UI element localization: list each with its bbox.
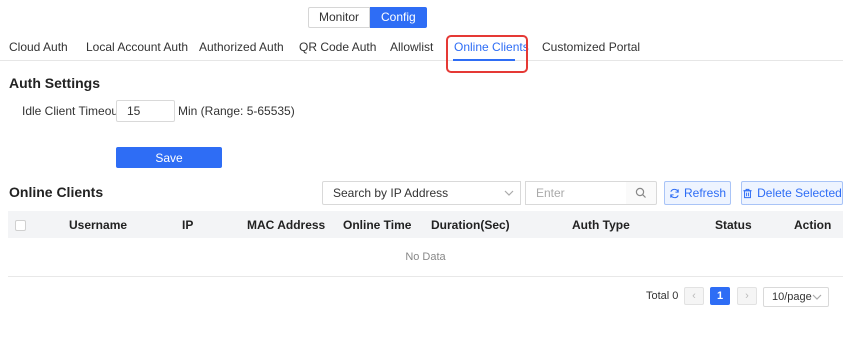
search-icon [635, 187, 646, 198]
column-username[interactable]: Username [69, 218, 127, 232]
tab-authorized-auth[interactable]: Authorized Auth [199, 40, 284, 54]
page-number-current[interactable]: 1 [710, 287, 730, 305]
column-online-time[interactable]: Online Time [343, 218, 411, 232]
chevron-left-icon: ‹ [692, 290, 696, 302]
column-ip[interactable]: IP [182, 218, 193, 232]
tab-cloud-auth[interactable]: Cloud Auth [9, 40, 68, 54]
delete-selected-button[interactable]: Delete Selected [741, 181, 843, 205]
column-action[interactable]: Action [794, 218, 831, 232]
chevron-down-icon [812, 288, 822, 312]
idle-timeout-unit: Min (Range: 5-65535) [178, 104, 295, 118]
select-all-checkbox[interactable] [15, 220, 26, 231]
online-clients-title: Online Clients [9, 184, 104, 200]
monitor-button[interactable]: Monitor [308, 7, 371, 28]
tab-qr-code-auth[interactable]: QR Code Auth [299, 40, 376, 54]
search-input[interactable] [525, 181, 627, 205]
table-header: Username IP MAC Address Online Time Dura… [8, 211, 843, 238]
refresh-icon [670, 188, 679, 198]
chevron-down-icon [504, 182, 514, 212]
column-status[interactable]: Status [715, 218, 752, 232]
trash-icon [743, 188, 752, 198]
empty-table-text: No Data [8, 238, 843, 277]
delete-selected-label: Delete Selected [757, 186, 842, 200]
idle-timeout-label: Idle Client Timeout [22, 104, 122, 118]
search-button[interactable] [626, 181, 657, 205]
highlight-annotation [446, 35, 528, 73]
search-type-value: Search by IP Address [333, 186, 449, 200]
idle-timeout-input[interactable] [116, 100, 175, 122]
next-page-button[interactable]: › [737, 287, 757, 305]
column-mac-address[interactable]: MAC Address [247, 218, 325, 232]
config-button[interactable]: Config [370, 7, 427, 28]
page-size-value: 10/page [772, 291, 812, 303]
mode-switch: Monitor Config [308, 7, 427, 28]
total-count: Total 0 [646, 290, 679, 302]
column-auth-type[interactable]: Auth Type [572, 218, 630, 232]
save-button[interactable]: Save [116, 147, 222, 168]
auth-settings-title: Auth Settings [9, 75, 100, 91]
chevron-right-icon: › [745, 290, 749, 302]
tab-allowlist[interactable]: Allowlist [390, 40, 433, 54]
tab-bar: Cloud Auth Local Account Auth Authorized… [0, 38, 843, 61]
search-type-select[interactable]: Search by IP Address [322, 181, 521, 205]
page-size-select[interactable]: 10/page [763, 287, 829, 307]
prev-page-button[interactable]: ‹ [684, 287, 704, 305]
column-duration[interactable]: Duration(Sec) [431, 218, 510, 232]
tab-customized-portal[interactable]: Customized Portal [542, 40, 640, 54]
refresh-button[interactable]: Refresh [664, 181, 731, 205]
refresh-label: Refresh [683, 186, 727, 200]
tab-local-account-auth[interactable]: Local Account Auth [86, 40, 188, 54]
